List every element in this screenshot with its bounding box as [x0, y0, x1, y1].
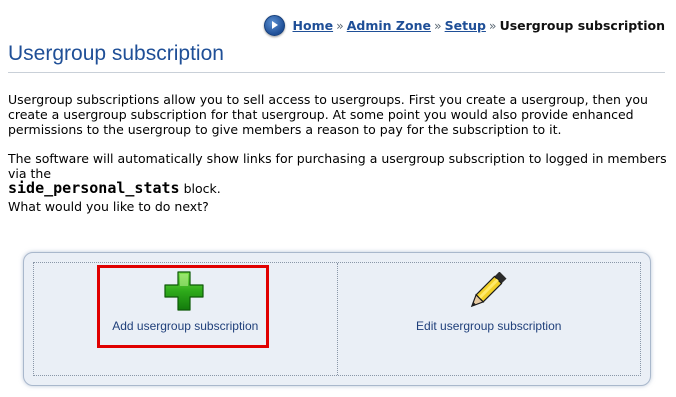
next-prompt: What would you like to do next?: [8, 199, 209, 214]
breadcrumb-setup-link[interactable]: Setup: [445, 18, 486, 33]
edit-subscription-label[interactable]: Edit usergroup subscription: [338, 319, 641, 333]
pencil-icon[interactable]: [464, 272, 508, 312]
page-title: Usergroup subscription: [8, 42, 224, 65]
breadcrumb: Home » Admin Zone » Setup » Usergroup su…: [263, 15, 665, 36]
breadcrumb-separator: »: [488, 18, 497, 33]
title-divider: [8, 72, 665, 73]
auto-links-text-end: block.: [183, 181, 221, 196]
breadcrumb-separator: »: [433, 18, 442, 33]
breadcrumb-admin-zone-link[interactable]: Admin Zone: [347, 18, 431, 33]
breadcrumb-arrow-icon: [263, 15, 285, 36]
auto-links-text: The software will automatically show lin…: [8, 151, 667, 181]
breadcrumb-separator: »: [336, 18, 344, 33]
breadcrumb-current: Usergroup subscription: [499, 18, 665, 33]
intro-paragraph: Usergroup subscriptions allow you to sel…: [8, 92, 648, 137]
auto-links-paragraph: The software will automatically show lin…: [8, 151, 668, 196]
breadcrumb-home-link[interactable]: Home: [293, 18, 334, 33]
selection-highlight: [97, 265, 269, 348]
block-name-code: side_personal_stats: [8, 179, 180, 197]
